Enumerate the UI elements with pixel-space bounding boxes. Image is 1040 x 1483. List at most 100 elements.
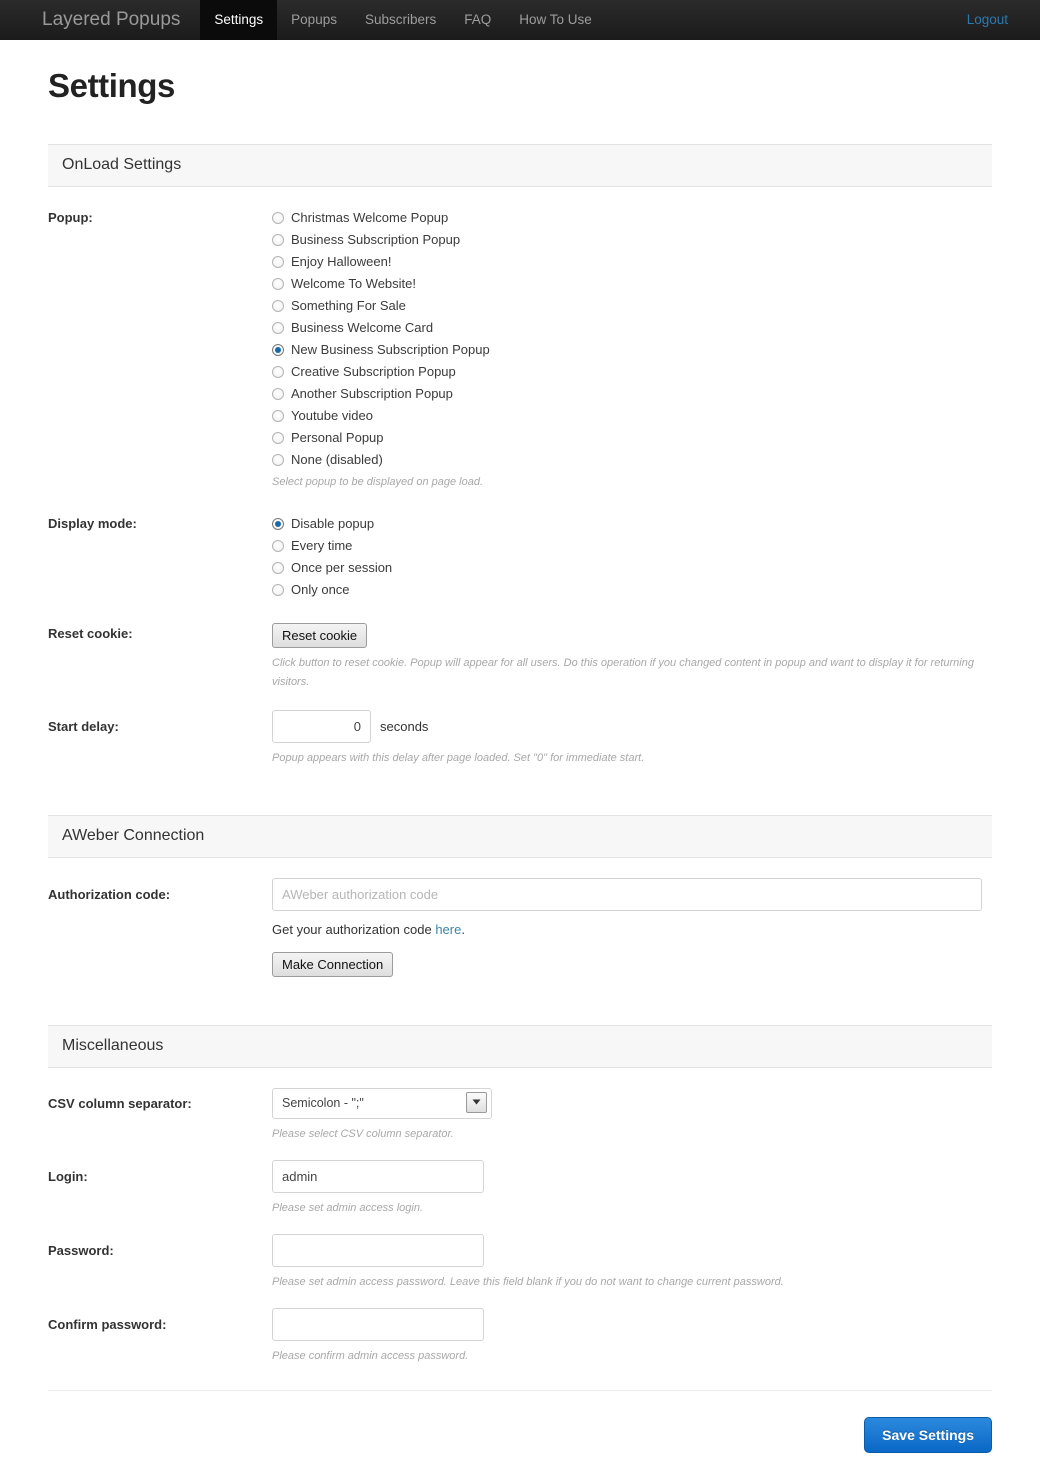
radio-label: Another Subscription Popup bbox=[291, 386, 453, 402]
tab-how-to-use[interactable]: How To Use bbox=[505, 0, 606, 40]
radio-display-mode-3[interactable]: Only once bbox=[272, 579, 992, 601]
reset-cookie-field: Reset cookie Click button to reset cooki… bbox=[272, 623, 992, 692]
get-code-here-link[interactable]: here bbox=[435, 922, 461, 937]
radio-popup-6[interactable]: New Business Subscription Popup bbox=[272, 339, 992, 361]
radio-icon[interactable] bbox=[272, 234, 284, 247]
radio-popup-9[interactable]: Youtube video bbox=[272, 405, 992, 427]
radio-label: Welcome To Website! bbox=[291, 276, 416, 292]
radio-popup-0[interactable]: Christmas Welcome Popup bbox=[272, 207, 992, 229]
login-field: Please set admin access login. bbox=[272, 1159, 992, 1218]
authorization-code-label: Authorization code: bbox=[48, 886, 171, 902]
radio-popup-4[interactable]: Something For Sale bbox=[272, 295, 992, 317]
reset-cookie-button[interactable]: Reset cookie bbox=[272, 623, 368, 649]
csv-separator-select[interactable]: Semicolon - ";" Comma - "," Tabulation bbox=[272, 1087, 492, 1119]
section-miscellaneous: Miscellaneous CSV column separator: Semi… bbox=[48, 1024, 992, 1366]
radio-display-mode-0[interactable]: Disable popup bbox=[272, 513, 992, 535]
start-delay-label: Start delay: bbox=[48, 719, 119, 735]
field-row-reset-cookie: Reset cookie: Reset cookie Click button … bbox=[48, 601, 992, 692]
radio-display-mode-1[interactable]: Every time bbox=[272, 535, 992, 557]
radio-label: Creative Subscription Popup bbox=[291, 364, 456, 380]
csv-separator-label: CSV column separator: bbox=[48, 1095, 192, 1111]
confirm-password-input[interactable] bbox=[272, 1307, 484, 1341]
get-authorization-code-line: Get your authorization code here. bbox=[272, 919, 992, 941]
authorization-code-input[interactable] bbox=[272, 877, 982, 911]
radio-popup-8[interactable]: Another Subscription Popup bbox=[272, 383, 992, 405]
password-field: Please set admin access password. Leave … bbox=[272, 1233, 992, 1292]
radio-icon[interactable] bbox=[272, 388, 284, 401]
login-label: Login: bbox=[48, 1168, 88, 1184]
get-code-suffix: . bbox=[461, 921, 465, 937]
field-row-display-mode: Display mode: Disable popup Every time O… bbox=[48, 492, 992, 601]
radio-label: Only once bbox=[291, 582, 350, 598]
csv-separator-select-wrap: Semicolon - ";" Comma - "," Tabulation bbox=[272, 1087, 492, 1119]
reset-cookie-label: Reset cookie: bbox=[48, 626, 133, 642]
radio-icon[interactable] bbox=[272, 300, 284, 313]
radio-label: Something For Sale bbox=[291, 298, 406, 314]
csv-separator-field: Semicolon - ";" Comma - "," Tabulation P… bbox=[272, 1087, 992, 1144]
save-settings-button[interactable]: Save Settings bbox=[864, 1416, 992, 1453]
field-row-csv-separator: CSV column separator: Semicolon - ";" Co… bbox=[48, 1068, 992, 1144]
radio-popup-7[interactable]: Creative Subscription Popup bbox=[272, 361, 992, 383]
radio-label: Personal Popup bbox=[291, 430, 384, 446]
radio-icon[interactable] bbox=[272, 432, 284, 445]
popup-help-text: Select popup to be displayed on page loa… bbox=[272, 476, 483, 489]
login-input[interactable] bbox=[272, 1159, 484, 1193]
field-row-start-delay: Start delay: seconds Popup appears with … bbox=[48, 692, 992, 768]
page-content: Settings OnLoad Settings Popup: Christma… bbox=[0, 67, 1040, 1483]
display-mode-label: Display mode: bbox=[48, 516, 137, 532]
brand-logo[interactable]: Layered Popups bbox=[0, 0, 200, 40]
reset-cookie-help-text: Click button to reset cookie. Popup will… bbox=[272, 657, 974, 689]
radio-display-mode-2[interactable]: Once per session bbox=[272, 557, 992, 579]
tab-faq[interactable]: FAQ bbox=[450, 0, 505, 40]
radio-label: Enjoy Halloween! bbox=[291, 254, 392, 270]
section-body-onload: Popup: Christmas Welcome Popup Business … bbox=[48, 187, 992, 768]
radio-label: Youtube video bbox=[291, 408, 373, 424]
radio-label: Every time bbox=[291, 538, 353, 554]
password-input[interactable] bbox=[272, 1233, 484, 1267]
radio-icon[interactable] bbox=[272, 212, 284, 225]
radio-popup-10[interactable]: Personal Popup bbox=[272, 427, 992, 449]
radio-icon[interactable] bbox=[272, 322, 284, 335]
popup-label: Popup: bbox=[48, 210, 93, 226]
radio-icon[interactable] bbox=[272, 256, 284, 269]
radio-popup-2[interactable]: Enjoy Halloween! bbox=[272, 251, 992, 273]
start-delay-input[interactable] bbox=[272, 710, 371, 744]
section-body-aweber: Authorization code: Get your authorizati… bbox=[48, 858, 992, 977]
radio-icon[interactable] bbox=[272, 454, 284, 467]
start-delay-help-text: Popup appears with this delay after page… bbox=[272, 752, 645, 765]
radio-icon[interactable] bbox=[272, 584, 284, 597]
radio-icon[interactable] bbox=[272, 540, 284, 553]
password-label: Password: bbox=[48, 1242, 114, 1258]
section-header-onload: OnLoad Settings bbox=[48, 144, 992, 188]
make-connection-button[interactable]: Make Connection bbox=[272, 951, 394, 977]
radio-label: Business Subscription Popup bbox=[291, 232, 461, 248]
radio-icon-selected[interactable] bbox=[272, 344, 284, 357]
tab-popups[interactable]: Popups bbox=[277, 0, 351, 40]
popup-field: Christmas Welcome Popup Business Subscri… bbox=[272, 207, 992, 492]
section-body-miscellaneous: CSV column separator: Semicolon - ";" Co… bbox=[48, 1068, 992, 1366]
radio-popup-5[interactable]: Business Welcome Card bbox=[272, 317, 992, 339]
radio-popup-3[interactable]: Welcome To Website! bbox=[272, 273, 992, 295]
radio-icon[interactable] bbox=[272, 562, 284, 575]
radio-icon-selected[interactable] bbox=[272, 518, 284, 531]
radio-icon[interactable] bbox=[272, 410, 284, 423]
start-delay-field: seconds Popup appears with this delay af… bbox=[272, 710, 992, 768]
radio-popup-11[interactable]: None (disabled) bbox=[272, 449, 992, 471]
top-navbar: Layered Popups Settings Popups Subscribe… bbox=[0, 0, 1040, 40]
radio-icon[interactable] bbox=[272, 278, 284, 291]
radio-popup-1[interactable]: Business Subscription Popup bbox=[272, 229, 992, 251]
display-mode-field: Disable popup Every time Once per sessio… bbox=[272, 513, 992, 601]
logout-link[interactable]: Logout bbox=[957, 0, 1018, 40]
navbar-right: Logout bbox=[957, 0, 1040, 40]
radio-icon[interactable] bbox=[272, 366, 284, 379]
tab-subscribers[interactable]: Subscribers bbox=[351, 0, 450, 40]
field-row-password: Password: Please set admin access passwo… bbox=[48, 1218, 992, 1292]
tab-settings[interactable]: Settings bbox=[200, 0, 278, 40]
confirm-password-label: Confirm password: bbox=[48, 1316, 167, 1332]
authorization-code-field: Get your authorization code here. Make C… bbox=[272, 877, 992, 977]
radio-label: Business Welcome Card bbox=[291, 320, 434, 336]
start-delay-unit: seconds bbox=[380, 719, 429, 735]
display-mode-radio-group: Disable popup Every time Once per sessio… bbox=[272, 513, 992, 601]
radio-label: New Business Subscription Popup bbox=[291, 342, 490, 358]
section-header-aweber: AWeber Connection bbox=[48, 815, 992, 858]
